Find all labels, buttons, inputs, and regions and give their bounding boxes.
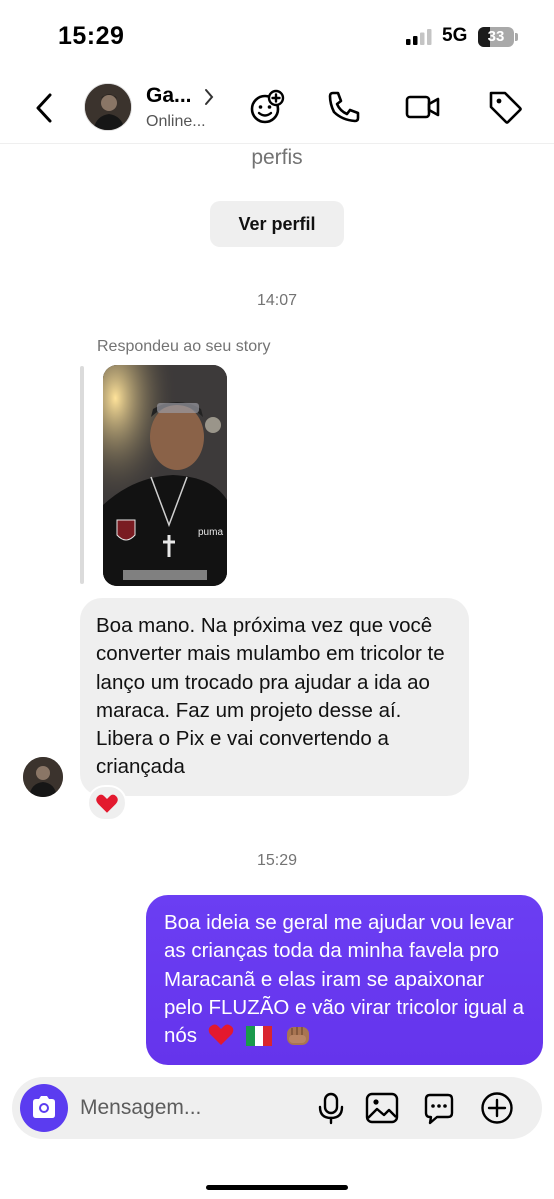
chat-bubble-icon[interactable] [421,1090,457,1126]
battery-tip [515,33,518,41]
chat-header: Ga... Online... [0,74,554,144]
heart-emoji-icon [208,1024,234,1046]
camera-icon [33,1096,55,1118]
battery-icon: 33 [478,27,514,47]
battery-level: 33 [487,28,505,45]
outgoing-message-bubble[interactable]: Boa ideia se geral me ajudar vou levar a… [146,895,543,1065]
back-chevron-icon[interactable] [28,88,64,128]
view-profile-button[interactable]: Ver perfil [210,201,344,247]
message-timestamp: 15:29 [256,852,298,869]
phone-icon[interactable] [325,88,363,126]
profile-info-fragment: perfis [251,146,303,169]
status-bar: 15:29 5G 33 [0,0,554,74]
reply-indicator-bar [80,366,84,584]
chevron-right-icon[interactable] [203,87,215,107]
message-input[interactable] [80,1095,300,1121]
message-composer [12,1077,542,1139]
story-reply-label: Respondeu ao seu story [97,338,271,355]
status-time: 15:29 [58,22,125,50]
contact-status: Online... [146,113,206,130]
camera-button[interactable] [20,1084,68,1132]
outgoing-emoji-row [203,1022,312,1051]
plus-circle-icon[interactable] [479,1090,515,1126]
story-thumbnail[interactable]: puma [103,365,227,586]
network-type: 5G [442,25,468,46]
signal-strength-icon [406,29,432,45]
svg-text:puma: puma [198,527,223,538]
tag-icon[interactable] [486,88,524,126]
microphone-icon[interactable] [313,1090,349,1126]
message-timestamp: 14:07 [256,292,298,309]
video-camera-icon[interactable] [404,88,442,126]
image-icon[interactable] [364,1090,400,1126]
add-sticker-icon[interactable] [248,88,286,126]
contact-name[interactable]: Ga... [146,84,192,108]
fist-emoji-icon [287,1027,310,1046]
heart-reaction-icon[interactable] [87,785,127,821]
home-indicator[interactable] [206,1185,348,1190]
italy-flag-icon [246,1026,273,1047]
sender-avatar[interactable] [23,757,63,797]
incoming-message-bubble[interactable]: Boa mano. Na próxima vez que você conver… [80,598,469,796]
contact-avatar[interactable] [84,83,132,131]
